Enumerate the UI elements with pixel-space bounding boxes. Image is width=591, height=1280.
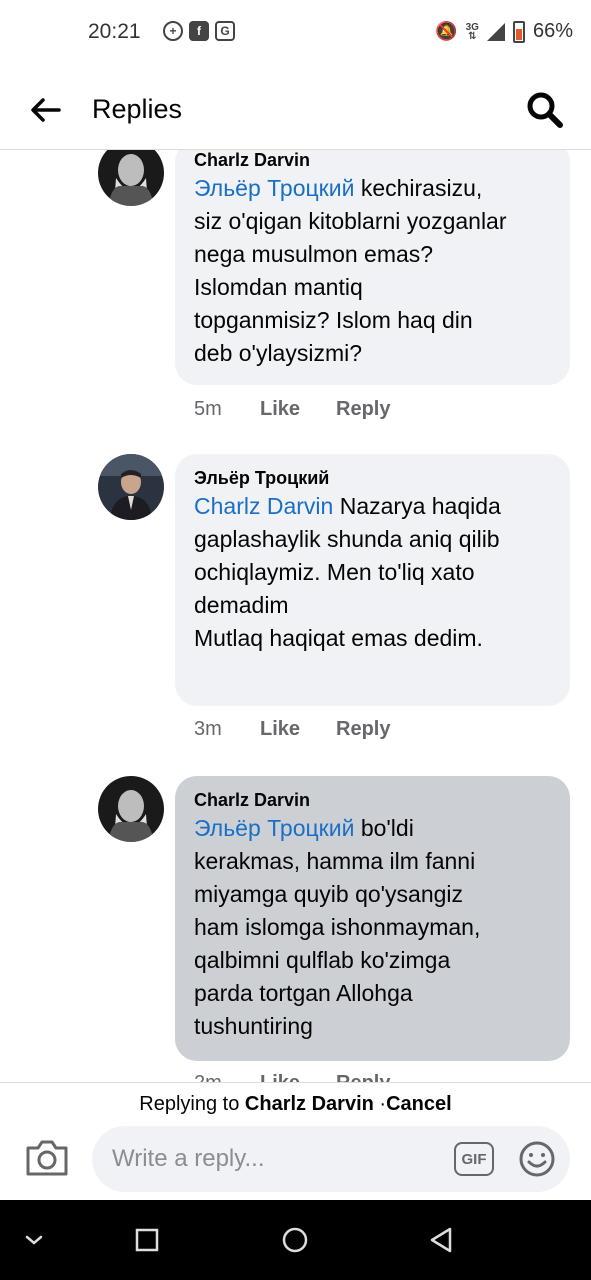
- nav-recents-button[interactable]: [129, 1222, 165, 1258]
- nav-back-button[interactable]: [423, 1222, 459, 1258]
- avatar[interactable]: [98, 454, 164, 520]
- page-title: Replies: [92, 94, 183, 124]
- emoji-button[interactable]: [518, 1140, 556, 1178]
- nav-collapse-button[interactable]: [16, 1222, 52, 1258]
- reply-button[interactable]: Reply: [336, 1072, 390, 1082]
- like-button[interactable]: Like: [260, 718, 336, 741]
- replying-name: Charlz Darvin: [244, 1093, 374, 1115]
- like-button[interactable]: Like: [260, 1072, 336, 1082]
- chevron-down-icon: [25, 1235, 43, 1245]
- signal-icon: [486, 22, 505, 41]
- mute-icon: 🔕: [435, 21, 458, 41]
- replies-thread[interactable]: Charlz Darvin Эльёр Троцкий kechirasizu,…: [0, 150, 591, 1082]
- avatar[interactable]: [98, 776, 164, 842]
- facebook-notification-icon: f: [189, 21, 209, 41]
- mention-link[interactable]: Charlz Darvin: [194, 493, 333, 519]
- circle-icon: [282, 1227, 308, 1253]
- comment-author[interactable]: Charlz Darvin: [194, 150, 551, 172]
- status-right: 🔕 3G ⇅ 66%: [435, 20, 573, 43]
- arrow-left-icon: [31, 98, 61, 122]
- reply-input[interactable]: [112, 1126, 432, 1192]
- search-button[interactable]: [525, 90, 565, 130]
- mention-link[interactable]: Эльёр Троцкий: [194, 815, 354, 841]
- battery-level: 66%: [532, 20, 573, 42]
- header: Replies: [0, 68, 591, 150]
- comment-author[interactable]: Charlz Darvin: [194, 788, 551, 812]
- comment-text: Эльёр Троцкий bo'ldi kerakmas, hamma ilm…: [194, 815, 481, 1039]
- square-icon: [135, 1228, 159, 1252]
- network-type: 3G ⇅: [465, 21, 479, 42]
- search-icon: [527, 92, 563, 128]
- avatar[interactable]: [98, 150, 164, 206]
- triangle-back-icon: [430, 1227, 452, 1253]
- add-notification-icon: +: [163, 21, 183, 41]
- translate-notification-icon: G: [215, 21, 235, 41]
- reply-composer: GIF: [0, 1122, 591, 1200]
- comment-bubble[interactable]: Эльёр Троцкий Charlz Darvin Nazarya haqi…: [175, 454, 570, 706]
- status-bar: 20:21 + f G 🔕 3G ⇅ 66%: [0, 0, 591, 68]
- reply-input-wrapper: GIF: [92, 1126, 570, 1192]
- comment-bubble[interactable]: Charlz Darvin Эльёр Троцкий bo'ldi kerak…: [175, 776, 570, 1061]
- reply-button[interactable]: Reply: [336, 398, 390, 421]
- cancel-reply-button[interactable]: Cancel: [386, 1093, 452, 1115]
- comment-text: Charlz Darvin Nazarya haqida gaplashayli…: [194, 493, 501, 651]
- notification-icons: + f G: [163, 21, 235, 41]
- back-button[interactable]: [28, 92, 64, 128]
- system-nav-bar: [0, 1200, 591, 1280]
- mention-link[interactable]: Эльёр Троцкий: [194, 175, 354, 201]
- comment-bubble[interactable]: Charlz Darvin Эльёр Троцкий kechirasizu,…: [175, 150, 570, 385]
- battery-icon: [512, 20, 525, 43]
- comment-time: 3m: [194, 718, 222, 740]
- comment-author[interactable]: Эльёр Троцкий: [194, 466, 551, 490]
- comment-actions: 5m Like Reply: [194, 398, 390, 421]
- camera-icon: [26, 1140, 68, 1176]
- nav-home-button[interactable]: [277, 1222, 313, 1258]
- like-button[interactable]: Like: [260, 398, 336, 421]
- comment-actions: 2m Like Reply: [194, 1072, 390, 1082]
- status-time: 20:21: [88, 20, 141, 43]
- comment-actions: 3m Like Reply: [194, 718, 390, 741]
- camera-button[interactable]: [24, 1138, 70, 1178]
- comment-time: 5m: [194, 398, 222, 420]
- emoji-icon: [519, 1141, 555, 1177]
- comment-text: Эльёр Троцкий kechirasizu, siz o'qigan k…: [194, 175, 507, 366]
- comment-time: 2m: [194, 1072, 260, 1082]
- reply-button[interactable]: Reply: [336, 718, 390, 741]
- gif-button[interactable]: GIF: [454, 1142, 494, 1176]
- replying-prefix: Replying to: [139, 1093, 240, 1115]
- replying-to-bar: Replying to Charlz Darvin ·Cancel: [0, 1082, 591, 1122]
